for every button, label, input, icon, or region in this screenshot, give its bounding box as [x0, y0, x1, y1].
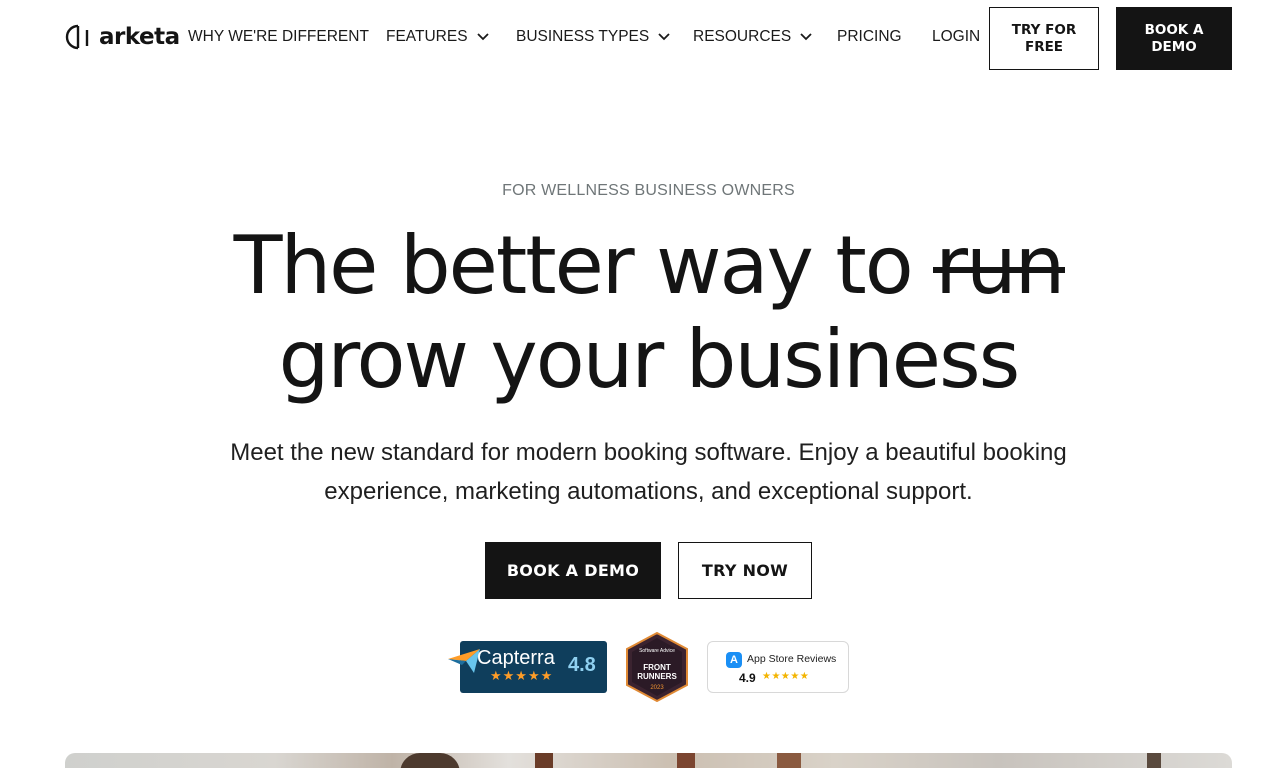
capterra-score: 4.8 [568, 654, 596, 676]
app-store-stars: ★★★★★ [762, 671, 810, 682]
nav-business-types[interactable]: BUSINESS TYPES [516, 28, 670, 46]
nav-label: LOGIN [932, 28, 981, 45]
book-demo-button[interactable]: BOOK A DEMO [485, 542, 661, 599]
try-now-button[interactable]: TRY NOW [678, 542, 812, 599]
capterra-stars: ★★★★★ [490, 669, 554, 684]
headline-struck-word: run [933, 219, 1066, 312]
nav-label: BUSINESS TYPES [516, 28, 650, 45]
software-advice-badge[interactable]: Software Advice FRONT RUNNERS 2023 [624, 631, 690, 703]
nav-login[interactable]: LOGIN [932, 28, 980, 46]
software-advice-title: FRONT RUNNERS [637, 663, 677, 681]
app-store-label: App Store Reviews [747, 653, 837, 665]
chevron-down-icon [476, 33, 489, 41]
software-advice-year: 2023 [650, 685, 664, 691]
nav-features[interactable]: FEATURES [386, 28, 489, 46]
capterra-logo-icon [448, 649, 480, 673]
headline-prefix: The better way to [233, 219, 914, 312]
hero-headline-line2: grow your business [278, 313, 1021, 406]
hero-eyebrow: FOR WELLNESS BUSINESS OWNERS [502, 182, 795, 199]
try-for-free-button[interactable]: TRY FOR FREE [989, 7, 1099, 70]
nav-pricing[interactable]: PRICING [837, 28, 902, 46]
chevron-down-icon [800, 33, 812, 41]
nav-book-demo-button[interactable]: BOOK A DEMO [1116, 7, 1232, 70]
chevron-down-icon [658, 33, 670, 41]
nav-label: WHY WE'RE DIFFERENT [188, 28, 369, 45]
app-store-icon: A [726, 652, 742, 668]
app-store-score: 4.9 [739, 671, 756, 685]
arketa-logo-icon [65, 24, 89, 50]
app-store-reviews-badge[interactable]: A App Store Reviews 4.9 ★★★★★ [707, 641, 849, 693]
brand-name: arketa [99, 24, 180, 50]
nav-label: FEATURES [386, 28, 468, 45]
nav-why-different[interactable]: WHY WE'RE DIFFERENT [188, 28, 369, 46]
capterra-badge[interactable]: Capterra ★★★★★ 4.8 [448, 641, 607, 693]
nav-resources[interactable]: RESOURCES [693, 28, 812, 46]
top-nav: arketa WHY WE'RE DIFFERENT FEATURES BUSI… [0, 0, 1280, 76]
nav-label: RESOURCES [693, 28, 792, 45]
hero-headline-line1: The better way to run [0, 218, 1280, 314]
hero-subheadline: Meet the new standard for modern booking… [230, 439, 1067, 505]
brand-logo[interactable]: arketa [65, 24, 180, 50]
hero-photo [65, 753, 1232, 768]
nav-label: PRICING [837, 28, 902, 45]
software-advice-top: Software Advice [639, 648, 675, 654]
capterra-name: Capterra [477, 647, 555, 669]
